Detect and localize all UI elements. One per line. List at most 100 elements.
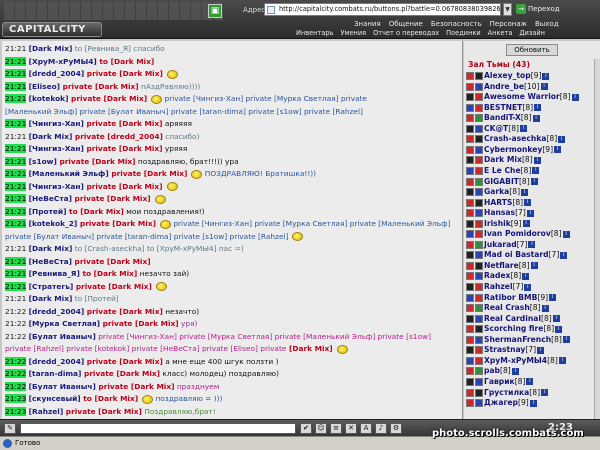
chat-line[interactable]: 21:21 [Dark Mix] to [Протей]	[5, 294, 119, 304]
chat-private-target[interactable]: private [Dark Mix]	[96, 382, 174, 391]
chat-nick[interactable]: [скунсевый]	[29, 394, 81, 403]
chat-private-target[interactable]: private [Dark Mix]	[100, 319, 179, 328]
green-square-icon[interactable]: ▣	[208, 4, 222, 18]
chat-line[interactable]: 21:21 [Чингиз-Хан] private [Dark Mix] ар…	[5, 119, 192, 129]
user-info-icon[interactable]: i	[530, 178, 538, 185]
chat-timestamp[interactable]: 21:21	[5, 144, 27, 153]
user-info-icon[interactable]: i	[524, 283, 532, 291]
user-info-icon[interactable]: i	[522, 272, 530, 280]
user-name[interactable]: Irishik	[484, 219, 511, 228]
user-list-item[interactable]: ХруМ-хРуМЫ4[8] i	[466, 356, 566, 366]
user-info-icon[interactable]: i	[571, 93, 579, 101]
chat-nick[interactable]: [ХруМ-хРуМЫ4]	[29, 57, 97, 66]
user-name[interactable]: ХруМ-хРуМЫ4	[484, 356, 547, 365]
user-list-item[interactable]: Cybermonkey[9] i	[466, 145, 562, 155]
user-list-item[interactable]: E Le Che[8] i	[466, 166, 540, 176]
user-list-item[interactable]: Real Crash[8] i	[466, 303, 549, 313]
chat-line[interactable]: 21:22 [dredd_2004] private [Dark Mix] не…	[5, 307, 199, 317]
chat-timestamp[interactable]: 21:21	[5, 281, 27, 291]
user-list-item[interactable]: Crash-asechka[8] i	[466, 134, 566, 144]
chat-line[interactable]: 21:21 [s1ow] private [Dark Mix] поздравл…	[5, 156, 239, 167]
chat-nick[interactable]: [Eliseo]	[29, 82, 60, 91]
user-name[interactable]: Mad oi Bastard	[484, 250, 549, 259]
chat-nick[interactable]: [Dark Mix]	[29, 132, 73, 141]
chat-line[interactable]: 21:21 [Dark Mix] to [Ревнива_Я] спасибо	[5, 44, 165, 54]
user-info-icon[interactable]: i	[562, 336, 570, 344]
chat-private-target[interactable]: private [dredd_2004]	[72, 132, 163, 141]
user-info-icon[interactable]: i	[529, 399, 537, 407]
chat-nick[interactable]: [Ревнива_Я]	[29, 269, 80, 278]
chat-private-target[interactable]: to [Dark Mix]	[81, 394, 138, 403]
user-info-icon[interactable]: i	[526, 378, 534, 386]
chat-line[interactable]: 21:21 [dredd_2004] private [Dark Mix]	[5, 69, 178, 79]
chat-line[interactable]: 21:22 [dredd_2004] private [Dark Mix] а …	[5, 356, 278, 367]
address-bar[interactable]: http://capitalcity.combats.ru/buttons.pl…	[264, 3, 501, 16]
user-name[interactable]: HARTS	[484, 198, 512, 207]
user-info-icon[interactable]: i	[530, 262, 538, 270]
menu-item-top[interactable]: Выход	[535, 20, 559, 28]
chat-line[interactable]: 21:21 [kotekok_2] private [Dark Mix] pri…	[5, 219, 450, 229]
go-button[interactable]: → Переход	[516, 3, 566, 16]
chat-nick[interactable]: [s1ow]	[29, 157, 57, 166]
chat-nick[interactable]: [dredd_2004]	[29, 69, 85, 78]
user-info-icon[interactable]: i	[552, 315, 560, 323]
user-name[interactable]: Dark Mix	[484, 155, 522, 164]
user-name[interactable]: Jukarad	[484, 240, 517, 249]
user-name[interactable]: BESTNET	[484, 103, 522, 112]
user-list-item[interactable]: Mad oi Bastard[7] i	[466, 250, 568, 260]
chat-mode-icon[interactable]: ✎	[4, 423, 16, 434]
chat-timestamp[interactable]: 21:22	[5, 381, 27, 391]
chat-nick[interactable]: [Dark Mix]	[29, 294, 73, 303]
user-name[interactable]: Netflare	[484, 261, 519, 270]
user-list-item[interactable]: Andre_be[10] i	[466, 82, 548, 92]
user-info-icon[interactable]: i	[558, 357, 566, 365]
chat-timestamp[interactable]: 21:22	[5, 307, 26, 316]
user-info-icon[interactable]: i	[532, 114, 540, 122]
chat-line[interactable]: 21:21 [НеВеСтa] private [Dark Mix]	[5, 256, 151, 267]
refresh-button[interactable]: Обновить	[506, 44, 558, 56]
chat-private-target[interactable]: private [Dark Mix]	[68, 94, 147, 103]
chat-line[interactable]: 21:21 [Протей] to [Dark Mix] мои поздрав…	[5, 206, 205, 217]
user-list-item[interactable]: Radex[8] i	[466, 271, 530, 281]
chat-nick[interactable]: [kotekok]	[29, 94, 69, 103]
chat-nick[interactable]: [dredd_2004]	[29, 307, 85, 316]
chat-timestamp[interactable]: 21:21	[5, 94, 27, 103]
menu-item-top[interactable]: Общение	[389, 20, 423, 28]
menu-item-bottom[interactable]: Анкета	[488, 29, 513, 37]
chat-nick[interactable]: [taran-dima]	[29, 369, 82, 378]
chat-timestamp[interactable]: 21:21	[5, 256, 27, 266]
chat-nick[interactable]: [НеВеСтa]	[29, 194, 72, 203]
user-list-item[interactable]: Hansas[7] i	[466, 208, 534, 218]
chat-nick[interactable]: [Маленький Эльф]	[29, 169, 109, 178]
chat-timestamp[interactable]: 21:23	[5, 406, 27, 416]
chat-timestamp[interactable]: 21:21	[5, 219, 27, 228]
user-info-icon[interactable]: i	[532, 167, 540, 175]
user-info-icon[interactable]: i	[521, 188, 529, 196]
user-list-item[interactable]: CK@T[8] i	[466, 124, 527, 134]
user-list-item[interactable]: Dark Mix[8] i	[466, 155, 541, 165]
user-name[interactable]: Real Crash	[484, 303, 530, 312]
user-info-icon[interactable]: i	[562, 230, 570, 238]
user-name[interactable]: CK@T	[484, 124, 508, 133]
chat-private-target[interactable]: private [Dark Mix]	[72, 194, 151, 203]
chat-line[interactable]: private [Rahzel] private [kotekok] priva…	[5, 344, 348, 354]
chat-timestamp[interactable]: 21:21	[5, 244, 26, 253]
chat-private-target[interactable]: private [Dark Mix]	[81, 369, 160, 378]
address-dropdown-icon[interactable]: ▼	[503, 3, 512, 16]
chat-timestamp[interactable]: 21:21	[5, 44, 26, 53]
menu-item-top[interactable]: Знания	[354, 20, 381, 28]
user-name[interactable]: Cybermonkey	[484, 145, 542, 154]
menu-item-bottom[interactable]: Дизайн	[519, 29, 545, 37]
user-info-icon[interactable]: i	[554, 146, 562, 154]
user-list-item[interactable]: GIGABIT[8] i	[466, 177, 538, 187]
user-info-icon[interactable]: i	[542, 72, 550, 80]
user-info-icon[interactable]: i	[520, 125, 527, 133]
user-list-item[interactable]: Jukarad[7] i	[466, 240, 536, 250]
user-list-item[interactable]: BandiT-X[8] i	[466, 113, 540, 123]
settings-icon[interactable]: ⚙	[390, 423, 402, 434]
user-list-item[interactable]: Ratibor BMB[9] i	[466, 293, 557, 303]
chat-nick[interactable]: [Rahzel]	[29, 407, 64, 416]
user-list-item[interactable]: Scorching fire[8] i	[466, 324, 563, 334]
user-list-item[interactable]: Джагер[9] i	[466, 398, 537, 408]
user-info-icon[interactable]: i	[537, 346, 545, 354]
